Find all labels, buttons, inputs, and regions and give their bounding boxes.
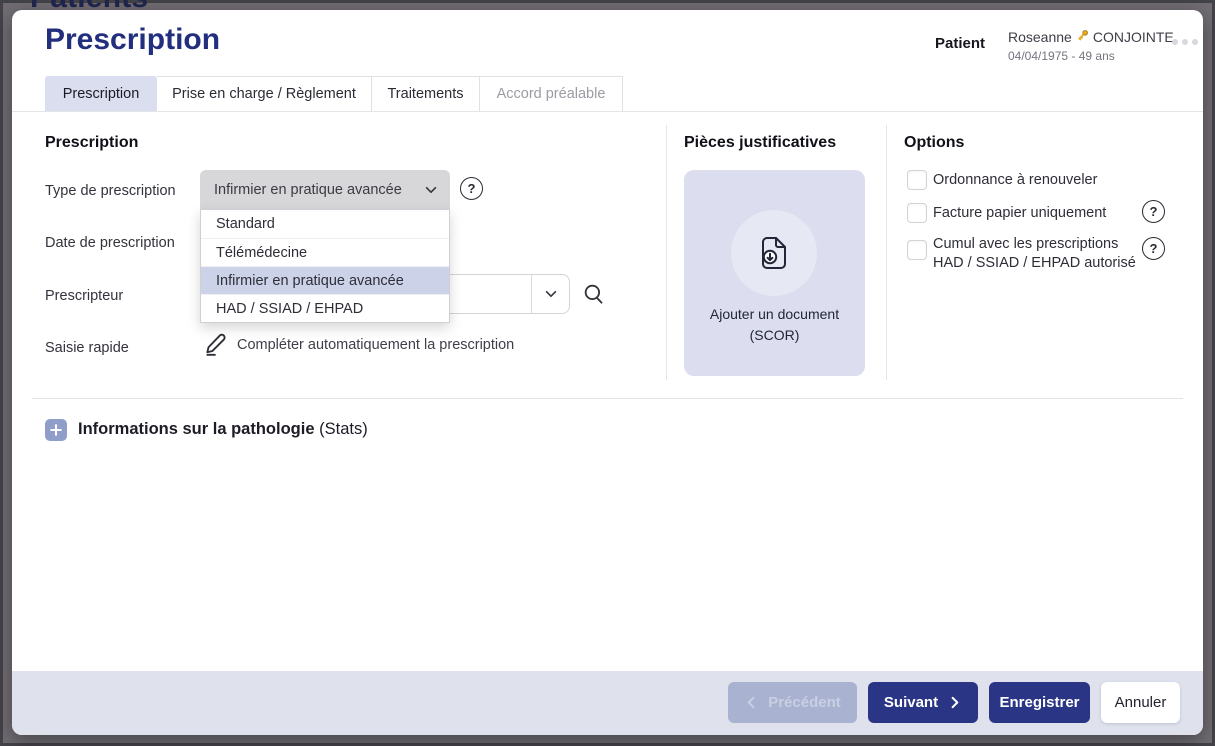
type-select-value: Infirmier en pratique avancée xyxy=(214,182,424,198)
type-select-dropdown: Standard Télémédecine Infirmier en prati… xyxy=(200,209,450,323)
patient-label: Patient xyxy=(935,35,985,52)
type-help-icon[interactable]: ? xyxy=(460,177,483,200)
attachments-title: Pièces justificatives xyxy=(684,134,836,152)
option-telemedecine[interactable]: Télémédecine xyxy=(201,238,449,266)
cancel-button-label: Annuler xyxy=(1115,694,1167,711)
save-button[interactable]: Enregistrer xyxy=(989,682,1090,723)
tab-accord-prealable: Accord préalable xyxy=(480,76,623,111)
tab-traitements[interactable]: Traitements xyxy=(372,76,480,111)
divider xyxy=(886,125,887,380)
tab-prise-en-charge[interactable]: Prise en charge / Règlement xyxy=(157,76,372,111)
options-title: Options xyxy=(904,134,964,152)
facture-help-icon[interactable]: ? xyxy=(1142,200,1165,223)
edit-pen-icon[interactable] xyxy=(203,331,229,357)
previous-button: Précédent xyxy=(728,682,857,723)
patient-last-name: CONJOINTE xyxy=(1093,29,1174,45)
cumul-help-icon[interactable]: ? xyxy=(1142,237,1165,260)
pathology-title-suffix: (Stats) xyxy=(319,420,368,438)
expand-pathology-button[interactable] xyxy=(45,419,67,441)
checkbox-cumul-had[interactable] xyxy=(907,240,927,260)
option-standard[interactable]: Standard xyxy=(201,210,449,238)
tab-bar: Prescription Prise en charge / Règlement… xyxy=(12,76,1203,112)
patient-first-name: Roseanne xyxy=(1008,29,1072,45)
checkbox-label: Ordonnance à renouveler xyxy=(933,171,1097,190)
chevron-down-icon xyxy=(544,287,558,301)
cancel-button[interactable]: Annuler xyxy=(1101,682,1180,723)
prescriber-field-label: Prescripteur xyxy=(45,288,123,304)
tab-prescription[interactable]: Prescription xyxy=(45,76,157,111)
chevron-left-icon xyxy=(744,695,759,710)
option-infirmier-pratique-avancee[interactable]: Infirmier en pratique avancée xyxy=(201,266,449,294)
modal-footer: Précédent Suivant Enregistrer Annuler xyxy=(12,671,1203,735)
previous-button-label: Précédent xyxy=(768,694,841,711)
divider xyxy=(32,398,1183,399)
document-download-icon xyxy=(755,234,793,277)
add-document-label: Ajouter un document xyxy=(684,306,865,322)
more-options-icon[interactable] xyxy=(1172,39,1198,45)
modal-title: Prescription xyxy=(45,23,220,57)
pathology-title-bold: Informations sur la pathologie xyxy=(78,420,315,438)
patient-name: Roseanne CONJOINTE xyxy=(1008,28,1173,46)
checkbox-label: Cumul avec les prescriptions HAD / SSIAD… xyxy=(933,235,1145,273)
type-select[interactable]: Infirmier en pratique avancée xyxy=(200,170,450,209)
add-document-sublabel: (SCOR) xyxy=(684,327,865,343)
search-prescriber-icon[interactable] xyxy=(581,281,607,307)
chevron-right-icon xyxy=(947,695,962,710)
app-window: Patients Prescription Patient Roseanne C… xyxy=(0,0,1215,746)
next-button-label: Suivant xyxy=(884,694,938,711)
key-icon xyxy=(1075,28,1090,46)
next-button[interactable]: Suivant xyxy=(868,682,978,723)
checkbox-label: Facture papier uniquement xyxy=(933,204,1106,223)
quick-entry-label: Saisie rapide xyxy=(45,340,129,356)
chevron-down-icon xyxy=(424,183,438,197)
patient-birth-info: 04/04/1975 - 49 ans xyxy=(1008,49,1173,63)
date-field-label: Date de prescription xyxy=(45,235,175,251)
checkbox-facture-papier[interactable] xyxy=(907,203,927,223)
patient-summary: Roseanne CONJOINTE 04/04/1975 - 49 ans xyxy=(1008,28,1173,63)
autocomplete-prescription-action[interactable]: Compléter automatiquement la prescriptio… xyxy=(237,337,514,353)
pathology-section-title: Informations sur la pathologie (Stats) xyxy=(78,420,368,439)
add-document-button[interactable]: Ajouter un document (SCOR) xyxy=(684,170,865,376)
option-had-ssiad-ehpad[interactable]: HAD / SSIAD / EHPAD xyxy=(201,294,449,322)
divider xyxy=(666,125,667,380)
type-field-label: Type de prescription xyxy=(45,183,176,199)
prescription-modal: Prescription Patient Roseanne CONJOINTE … xyxy=(12,10,1203,735)
checkbox-ordonnance-renouveler[interactable] xyxy=(907,170,927,190)
save-button-label: Enregistrer xyxy=(999,694,1079,711)
form-section-title: Prescription xyxy=(45,134,138,152)
